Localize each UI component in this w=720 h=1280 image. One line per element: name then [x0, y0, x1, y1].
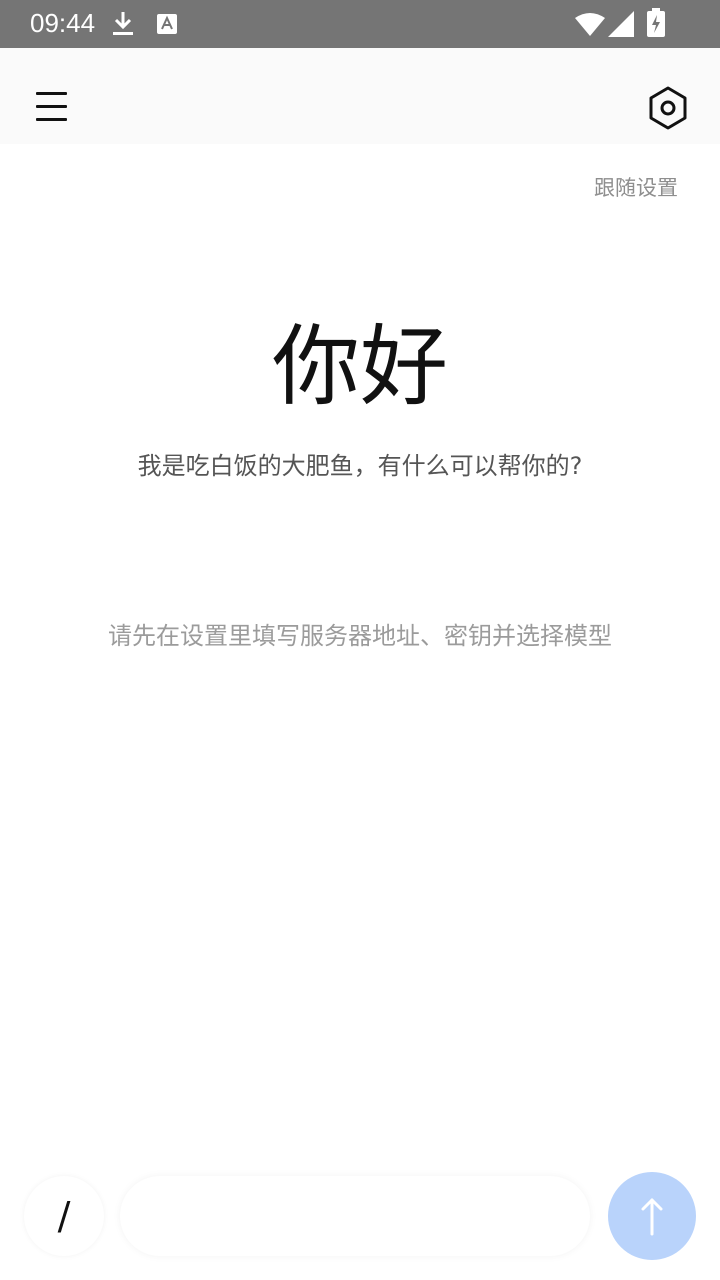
download-icon: [112, 11, 134, 41]
menu-button[interactable]: [30, 84, 74, 128]
app-bar: [0, 48, 720, 144]
status-time: 09:44: [30, 8, 96, 38]
battery-charging-icon: [646, 8, 666, 42]
hexagon-settings-icon: [649, 86, 687, 130]
app-screen: 09:44 跟随设置 你好 我是吃白饭的大肥鱼，有什么可以帮你的? 请先在设置里…: [0, 0, 720, 1280]
greeting-title: 你好: [271, 315, 448, 418]
status-bar: 09:44: [0, 0, 720, 48]
send-button[interactable]: [608, 1172, 696, 1260]
settings-button[interactable]: [644, 84, 692, 132]
cell-signal-icon: [608, 11, 634, 41]
arrow-up-icon: [641, 1198, 663, 1236]
message-input[interactable]: [120, 1176, 590, 1256]
setup-hint: 请先在设置里填写服务器地址、密钥并选择模型: [108, 622, 612, 650]
follow-settings-link[interactable]: 跟随设置: [594, 172, 678, 204]
wifi-icon: [575, 12, 605, 40]
keyboard-a-icon: [156, 13, 178, 39]
greeting-subtitle: 我是吃白饭的大肥鱼，有什么可以帮你的?: [137, 452, 583, 480]
slash-command-button[interactable]: /: [24, 1176, 104, 1256]
